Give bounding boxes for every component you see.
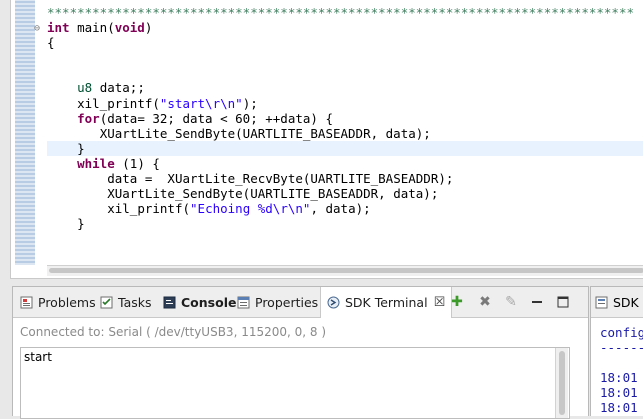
fold-icon[interactable]: ⊖ bbox=[34, 21, 40, 36]
code-line[interactable] bbox=[47, 65, 643, 80]
editor-horizontal-scrollbar[interactable] bbox=[47, 265, 643, 276]
log-line: 18:01 bbox=[600, 385, 638, 401]
code-token: } bbox=[77, 140, 85, 156]
view-tab-bar: SDK Log bbox=[591, 287, 643, 318]
code-token: xil_printf( bbox=[107, 201, 191, 217]
tab-console[interactable]: Console bbox=[163, 287, 236, 317]
tab-label: SDK Terminal bbox=[345, 295, 428, 310]
tab-label: Problems bbox=[38, 294, 96, 310]
code-token: { bbox=[47, 35, 55, 51]
code-line[interactable]: { bbox=[47, 35, 643, 50]
tab-label: Properties bbox=[255, 294, 319, 310]
tab-problems[interactable]: Problems bbox=[20, 287, 96, 317]
code-line[interactable]: xil_printf("Echoing %d\r\n", data); bbox=[47, 201, 643, 216]
code-token: void bbox=[114, 20, 145, 36]
properties-icon bbox=[237, 296, 250, 309]
code-token: ) bbox=[144, 20, 153, 36]
maximize-icon[interactable] bbox=[555, 294, 571, 310]
log-line: config bbox=[600, 325, 643, 340]
code-token: XUartLite_SendByte(UARTLITE_BASEADDR, da… bbox=[107, 186, 439, 202]
overview-ruler bbox=[15, 0, 35, 265]
code-area[interactable]: ****************************************… bbox=[34, 5, 643, 231]
tab-label: Console bbox=[181, 294, 237, 310]
console-icon bbox=[163, 296, 176, 309]
terminal-vertical-scrollbar[interactable] bbox=[555, 348, 568, 418]
tab-properties[interactable]: Properties bbox=[237, 287, 318, 317]
code-token: u8 bbox=[77, 80, 93, 96]
code-token: int bbox=[47, 20, 70, 36]
tab-sdk-log[interactable]: SDK Log bbox=[595, 287, 643, 317]
tasks-icon bbox=[100, 296, 113, 309]
code-line[interactable]: u8 data;; bbox=[47, 80, 643, 95]
code-token: xil_printf( bbox=[77, 95, 160, 111]
terminal-icon bbox=[327, 296, 340, 309]
code-line[interactable]: ⊖ int main(void) bbox=[34, 20, 643, 36]
code-token: while bbox=[77, 155, 115, 171]
code-line[interactable]: } bbox=[47, 216, 643, 231]
code-editor[interactable]: ****************************************… bbox=[10, 0, 643, 279]
disconnect-icon[interactable]: ✖ bbox=[477, 294, 493, 310]
scrollbar-thumb[interactable] bbox=[559, 351, 565, 415]
log-line: 18:01 bbox=[600, 370, 638, 386]
sdk-log-panel: SDK Log config------ 18:0118:0118:01 bbox=[590, 286, 643, 416]
code-token: , data); bbox=[310, 201, 371, 217]
code-token: "start\r\n" bbox=[159, 95, 243, 111]
code-token: for bbox=[77, 110, 100, 126]
log-icon bbox=[595, 296, 608, 309]
code-line[interactable]: XUartLite_SendByte(UARTLITE_BASEADDR, da… bbox=[47, 126, 643, 141]
close-tab-icon[interactable]: ☒ bbox=[434, 295, 446, 310]
view-tab-bar: Problems Tasks Console Properties SDK Te… bbox=[13, 287, 588, 318]
log-line: ------ bbox=[600, 340, 643, 356]
code-line[interactable] bbox=[47, 50, 643, 65]
console-panel: Problems Tasks Console Properties SDK Te… bbox=[12, 286, 589, 419]
code-token: main( bbox=[69, 20, 115, 36]
code-token: "Echoing %d\r\n" bbox=[190, 201, 311, 217]
minimize-icon[interactable] bbox=[529, 294, 545, 310]
code-token: ); bbox=[242, 95, 258, 111]
log-line: 18:01 bbox=[600, 400, 638, 416]
code-line[interactable]: while (1) { bbox=[47, 156, 643, 171]
scrollbar-thumb[interactable] bbox=[49, 268, 643, 273]
code-lines[interactable]: ⊖ int main(void){ u8 data;; xil_printf("s… bbox=[34, 20, 643, 231]
code-token: data;; bbox=[92, 80, 145, 96]
code-line[interactable]: xil_printf("start\r\n"); bbox=[47, 96, 643, 111]
clear-icon[interactable]: ✎ bbox=[503, 294, 519, 310]
code-line[interactable]: data = XUartLite_RecvByte(UARTLITE_BASEA… bbox=[47, 171, 643, 186]
comment-line: ****************************************… bbox=[47, 5, 634, 20]
code-token: XUartLite_SendByte(UARTLITE_BASEADDR, da… bbox=[99, 125, 431, 141]
tab-sdk-terminal[interactable]: SDK Terminal ☒ bbox=[320, 287, 453, 318]
log-text: config ------ 18:01 18:01 18:01 bbox=[600, 325, 643, 416]
problems-icon bbox=[20, 296, 33, 309]
code-line[interactable]: } bbox=[47, 140, 643, 156]
connection-status: Connected to: Serial ( /dev/ttyUSB3, 115… bbox=[20, 325, 327, 339]
code-line[interactable]: for(data= 32; data < 60; ++data) { bbox=[47, 111, 643, 126]
terminal-output[interactable]: start bbox=[20, 347, 570, 419]
connect-icon[interactable]: ✚ bbox=[449, 294, 465, 310]
code-token: (data= 32; data < 60; ++data) { bbox=[99, 110, 333, 126]
code-token: (1) { bbox=[114, 155, 160, 171]
tab-label: SDK Log bbox=[613, 294, 643, 310]
tab-label: Tasks bbox=[118, 294, 152, 310]
tab-tasks[interactable]: Tasks bbox=[100, 287, 152, 317]
terminal-text: start bbox=[24, 350, 52, 364]
code-token: } bbox=[77, 216, 85, 232]
code-line[interactable]: XUartLite_SendByte(UARTLITE_BASEADDR, da… bbox=[47, 186, 643, 201]
code-token: data = XUartLite_RecvByte(UARTLITE_BASEA… bbox=[107, 171, 454, 187]
